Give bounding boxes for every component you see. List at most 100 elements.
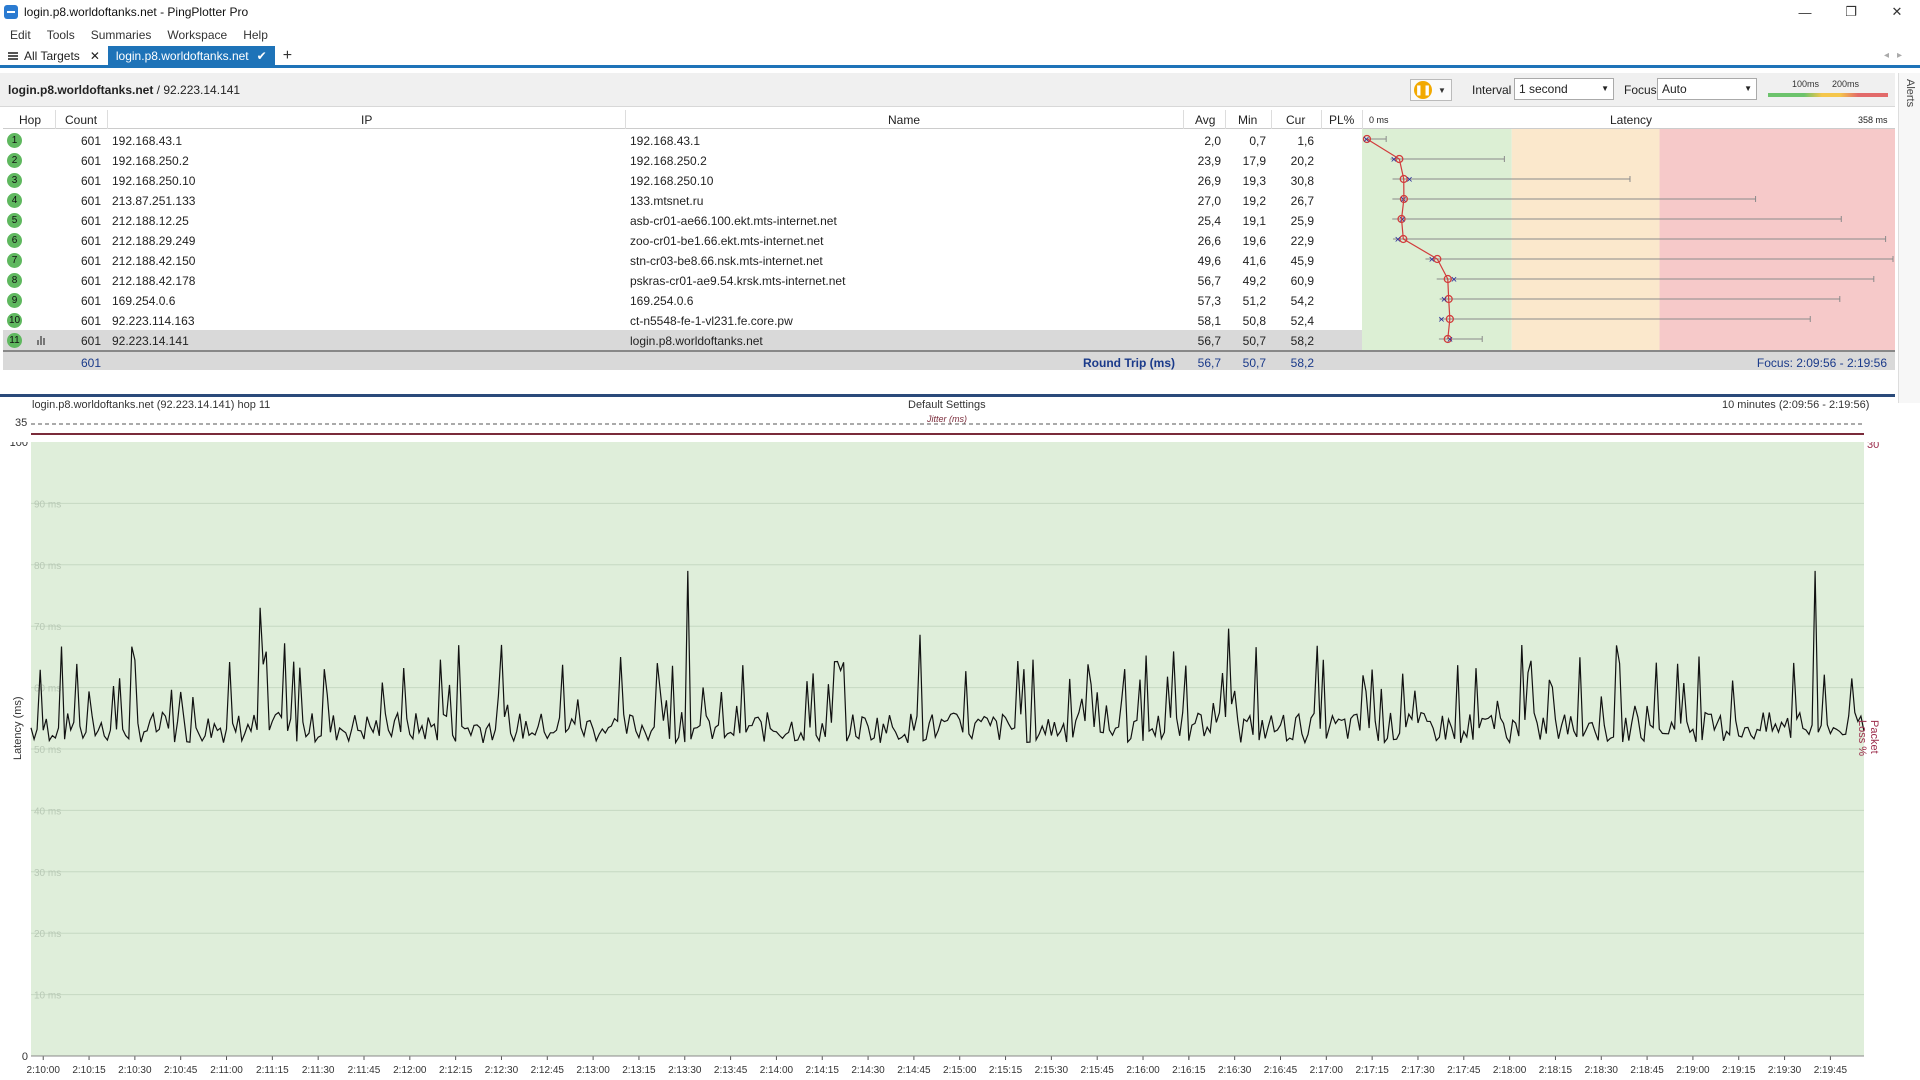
- hop-count: 601: [80, 154, 101, 168]
- table-row[interactable]: 7 601 212.188.42.150 stn-cr03-be8.66.nsk.mt…: [3, 250, 1363, 270]
- x-tick-label: 2:17:00: [1310, 1065, 1344, 1076]
- col-avg[interactable]: Avg: [1195, 113, 1215, 127]
- menu-summaries[interactable]: Summaries: [91, 28, 152, 42]
- hop-count: 601: [80, 194, 101, 208]
- focus-select[interactable]: Auto ▼: [1657, 78, 1757, 100]
- pause-control[interactable]: ❚❚ ▼: [1410, 79, 1452, 101]
- focus-label: Focus: [1624, 83, 1657, 97]
- hop-avg: 58,1: [1197, 314, 1221, 328]
- col-min[interactable]: Min: [1238, 113, 1257, 127]
- menu-edit[interactable]: Edit: [10, 28, 31, 42]
- table-row[interactable]: 6 601 212.188.29.249 zoo-cr01-be1.66.ekt.mt…: [3, 230, 1363, 250]
- tab-target-label: login.p8.worldoftanks.net: [115, 48, 249, 63]
- chevron-down-icon: ▼: [1601, 84, 1609, 93]
- graph-bars-icon[interactable]: [37, 336, 47, 345]
- hop-ip: 212.188.29.249: [112, 234, 196, 248]
- table-row[interactable]: 5 601 212.188.12.25 asb-cr01-ae66.100.ekt.m…: [3, 210, 1363, 230]
- x-tick-label: 2:13:30: [668, 1065, 702, 1076]
- col-ip[interactable]: IP: [361, 113, 372, 127]
- title-bar: login.p8.worldoftanks.net - PingPlotter …: [0, 0, 1920, 24]
- table-row[interactable]: 4 601 213.87.251.133 133.mtsnet.ru 27,0 19,2 2…: [3, 190, 1363, 210]
- close-icon[interactable]: ✕: [90, 49, 100, 63]
- x-tick-label: 2:12:00: [393, 1065, 427, 1076]
- interval-label: Interval: [1472, 83, 1512, 97]
- hop-count: 601: [80, 274, 101, 288]
- hop-cur: 54,2: [1290, 294, 1314, 308]
- hop-cur: 30,8: [1290, 174, 1314, 188]
- hop-min: 19,2: [1242, 194, 1266, 208]
- hop-name: stn-cr03-be8.66.nsk.mts-internet.net: [630, 254, 823, 268]
- x-tick-label: 2:14:15: [806, 1065, 840, 1076]
- menu-help[interactable]: Help: [243, 28, 268, 42]
- table-row[interactable]: 2 601 192.168.250.2 192.168.250.2 23,9 17,9 20…: [3, 150, 1363, 170]
- tab-scroll-arrows-icon[interactable]: ◂▸: [1884, 50, 1910, 61]
- restore-button[interactable]: ❐: [1828, 0, 1874, 24]
- x-tick-label: 2:18:30: [1585, 1065, 1619, 1076]
- hop-ip: 92.223.14.141: [112, 334, 189, 348]
- minimize-button[interactable]: —: [1782, 0, 1828, 24]
- hop-min: 50,7: [1242, 334, 1266, 348]
- hop-cur: 25,9: [1290, 214, 1314, 228]
- latency-cur-mark: ×: [1441, 294, 1447, 306]
- pause-icon[interactable]: ❚❚: [1414, 81, 1432, 99]
- round-trip-row: 601 Round Trip (ms) 56,7 50,7 58,2 Focus…: [3, 350, 1895, 370]
- chevron-down-icon[interactable]: ▼: [1438, 86, 1446, 95]
- table-row[interactable]: 8 601 212.188.42.178 pskras-cr01-ae9.54.krs…: [3, 270, 1363, 290]
- latency-cur-mark: ×: [1438, 314, 1444, 326]
- hop-avg: 56,7: [1197, 334, 1221, 348]
- hop-name: 192.168.250.2: [630, 154, 707, 168]
- y2-axis-top-label: 30: [1867, 442, 1879, 451]
- x-tick-label: 2:18:00: [1493, 1065, 1527, 1076]
- x-tick-label: 2:19:15: [1722, 1065, 1756, 1076]
- gridline-label: 80 ms: [34, 561, 61, 572]
- latency-graph[interactable]: 90 ms 80 ms 70 ms 60 ms 50 ms 40 ms 30 ms 20 ms…: [0, 442, 1895, 1080]
- hop-avg: 26,6: [1197, 234, 1221, 248]
- hop-ip: 92.223.114.163: [112, 314, 195, 328]
- x-tick-label: 2:10:00: [27, 1065, 61, 1076]
- menu-bar: Edit Tools Summaries Workspace Help: [0, 24, 1920, 46]
- tab-all-targets[interactable]: All Targets ✕: [0, 46, 108, 65]
- table-row[interactable]: 9 601 169.254.0.6 169.254.0.6 57,3 51,2 54,2: [3, 290, 1363, 310]
- col-name[interactable]: Name: [888, 113, 920, 127]
- close-button[interactable]: ✕: [1874, 0, 1920, 24]
- interval-select[interactable]: 1 second ▼: [1514, 78, 1614, 100]
- col-cur[interactable]: Cur: [1286, 113, 1305, 127]
- hop-ip: 212.188.42.150: [112, 254, 196, 268]
- scale-200: 200ms: [1832, 79, 1860, 89]
- graph-title-left: login.p8.worldoftanks.net (92.223.14.141…: [32, 399, 271, 411]
- hop-ip: 213.87.251.133: [112, 194, 196, 208]
- hop-count: 601: [80, 214, 101, 228]
- hop-number: 8: [7, 273, 22, 288]
- x-tick-label: 2:11:00: [210, 1065, 243, 1076]
- x-tick-label: 2:18:15: [1539, 1065, 1573, 1076]
- target-ip: / 92.223.14.141: [153, 83, 241, 97]
- hop-count: 601: [80, 234, 101, 248]
- x-tick-label: 2:11:15: [256, 1065, 289, 1076]
- col-pl[interactable]: PL%: [1329, 113, 1354, 127]
- x-tick-label: 2:10:45: [164, 1065, 198, 1076]
- gridline-label: 70 ms: [34, 622, 61, 633]
- table-row[interactable]: 1 601 192.168.43.1 192.168.43.1 2,0 0,7 1,6: [3, 130, 1363, 150]
- hop-number: 2: [7, 153, 22, 168]
- table-row[interactable]: 10 601 92.223.114.163 ct-n5548-fe-1-vl231.f…: [3, 310, 1363, 330]
- table-row[interactable]: 11 601 92.223.14.141 login.p8.worldoftanks.…: [3, 330, 1363, 350]
- table-row[interactable]: 3 601 192.168.250.10 192.168.250.10 26,9 19,3…: [3, 170, 1363, 190]
- col-latency[interactable]: Latency: [1610, 113, 1652, 127]
- hop-number: 9: [7, 293, 22, 308]
- col-hop[interactable]: Hop: [19, 113, 41, 127]
- col-count[interactable]: Count: [65, 113, 97, 127]
- add-tab-button[interactable]: +: [283, 46, 292, 65]
- alerts-panel[interactable]: Alerts: [1898, 73, 1920, 403]
- summary-min: 50,7: [1242, 356, 1266, 370]
- hop-name: 192.168.250.10: [630, 174, 714, 188]
- tab-target[interactable]: login.p8.worldoftanks.net ✔: [107, 46, 275, 65]
- menu-workspace[interactable]: Workspace: [167, 28, 227, 42]
- menu-tools[interactable]: Tools: [47, 28, 75, 42]
- pane-splitter[interactable]: [0, 394, 1895, 397]
- summary-cur: 58,2: [1290, 356, 1314, 370]
- x-tick-label: 2:17:15: [1355, 1065, 1389, 1076]
- hop-number: 10: [7, 313, 22, 328]
- round-trip-label: Round Trip (ms): [1083, 356, 1175, 370]
- jitter-graph: 35 Jitter (ms): [15, 414, 1864, 435]
- hop-min: 49,2: [1242, 274, 1266, 288]
